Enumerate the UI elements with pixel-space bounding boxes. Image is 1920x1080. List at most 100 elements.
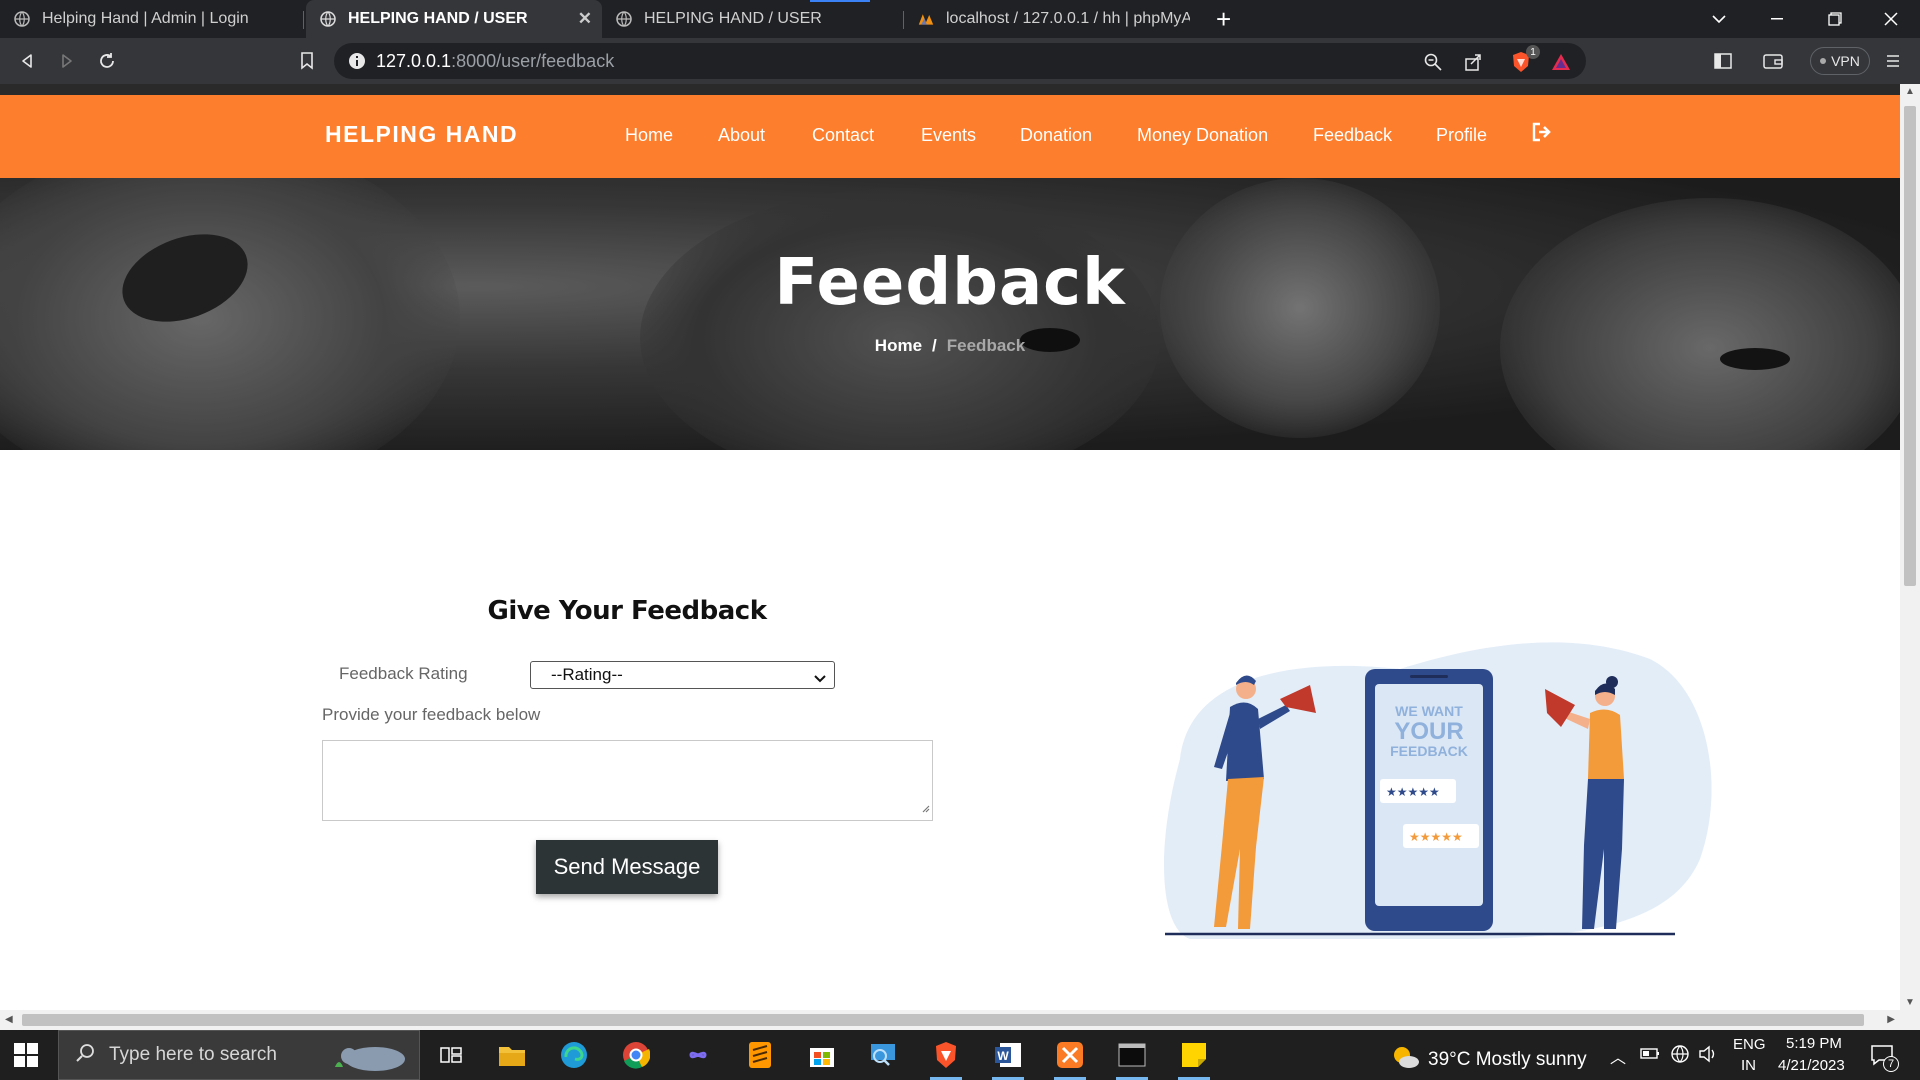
nav-about[interactable]: About: [718, 125, 765, 146]
site-info-icon[interactable]: [348, 52, 366, 70]
nav-feedback[interactable]: Feedback: [1313, 125, 1392, 146]
vpn-label: VPN: [1831, 53, 1860, 69]
tab-title: localhost / 127.0.0.1 / hh | phpMyAdm: [946, 10, 1190, 27]
nav-home[interactable]: Home: [625, 125, 673, 146]
illustration-stars-high: ★★★★★: [1409, 830, 1463, 844]
sublime-text-icon[interactable]: [744, 1039, 776, 1071]
illustration-stars-low: ★★★★★: [1386, 785, 1440, 799]
close-window-icon[interactable]: [1862, 0, 1920, 38]
site-navbar: HELPING HAND Home About Contact Events D…: [0, 95, 1900, 178]
file-explorer-icon[interactable]: [496, 1039, 528, 1071]
globe-icon: [14, 11, 30, 27]
rating-selected-value: --Rating--: [551, 665, 623, 684]
site-brand[interactable]: HELPING HAND: [325, 121, 518, 148]
weather-text: 39°C Mostly sunny: [1428, 1049, 1587, 1070]
xampp-icon[interactable]: [1054, 1039, 1086, 1080]
menu-icon[interactable]: [1878, 46, 1908, 76]
battery-icon[interactable]: [1640, 1046, 1660, 1065]
globe-icon: [616, 11, 632, 27]
bookmark-icon[interactable]: [292, 46, 322, 76]
feedback-illustration: WE WANT YOUR FEEDBACK ★★★★★ ★★★★★: [1163, 642, 1712, 939]
nav-profile[interactable]: Profile: [1436, 125, 1487, 146]
send-message-button[interactable]: Send Message: [536, 840, 718, 894]
vpn-button[interactable]: VPN: [1810, 47, 1870, 75]
terminal-icon[interactable]: [1116, 1039, 1148, 1080]
clock-time[interactable]: 5:19 PM: [1786, 1035, 1842, 1052]
illustration-text-3: FEEDBACK: [1390, 743, 1468, 759]
illustration-text-1: WE WANT: [1395, 703, 1463, 719]
chrome-icon[interactable]: [620, 1039, 652, 1071]
language-top[interactable]: ENG: [1733, 1036, 1766, 1053]
sidebar-toggle-icon[interactable]: [1708, 46, 1738, 76]
breadcrumb: Home / Feedback: [0, 336, 1900, 356]
svg-text:W: W: [997, 1049, 1009, 1063]
microsoft-store-icon[interactable]: [806, 1039, 838, 1071]
horizontal-scroll-thumb[interactable]: [22, 1014, 1864, 1026]
language-bottom: IN: [1741, 1057, 1756, 1074]
tab-phpmyadmin[interactable]: localhost / 127.0.0.1 / hh | phpMyAdm: [904, 0, 1204, 38]
weather-widget[interactable]: 39°C Mostly sunny: [1390, 1044, 1587, 1076]
forward-icon[interactable]: [52, 46, 82, 76]
tray-overflow-chevron-icon[interactable]: ︿: [1610, 1044, 1626, 1068]
close-tab-icon[interactable]: ✕: [578, 9, 592, 29]
vertical-scrollbar[interactable]: ▲ ▼: [1900, 84, 1920, 1010]
horizontal-scrollbar[interactable]: ◀ ▶: [0, 1010, 1900, 1030]
task-view-icon[interactable]: [435, 1039, 467, 1071]
brave-browser-icon[interactable]: [930, 1039, 962, 1080]
restore-icon[interactable]: [1806, 0, 1864, 38]
wallet-icon[interactable]: [1758, 46, 1788, 76]
clock-date: 4/21/2023: [1778, 1057, 1845, 1074]
edge-icon[interactable]: [558, 1039, 590, 1071]
illustration-text-2: YOUR: [1394, 718, 1463, 745]
notification-count-badge: 7: [1883, 1056, 1899, 1072]
tab-title: Helping Hand | Admin | Login: [42, 10, 249, 27]
page-hero: Feedback Home / Feedback: [0, 178, 1900, 450]
url-host: 127.0.0.1: [376, 50, 452, 71]
breadcrumb-separator: /: [932, 336, 937, 355]
new-tab-button[interactable]: +: [1216, 4, 1231, 35]
tab-admin-login[interactable]: Helping Hand | Admin | Login: [0, 0, 300, 38]
breadcrumb-current: Feedback: [946, 336, 1026, 355]
nav-contact[interactable]: Contact: [812, 125, 874, 146]
nav-money-donation[interactable]: Money Donation: [1137, 125, 1268, 146]
browser-tab-bar: Helping Hand | Admin | Login HELPING HAN…: [0, 0, 1920, 38]
tab-helping-hand-user[interactable]: HELPING HAND / USER: [602, 0, 902, 38]
word-icon[interactable]: W: [992, 1039, 1024, 1080]
windows-start-icon[interactable]: [14, 1043, 38, 1072]
rating-select[interactable]: --Rating--: [530, 661, 835, 689]
zoom-icon[interactable]: [1422, 51, 1444, 73]
feedback-textarea[interactable]: [322, 740, 933, 821]
taskbar-search-placeholder: Type here to search: [109, 1044, 277, 1065]
search-icon: [75, 1043, 95, 1068]
brave-rewards-icon[interactable]: [1550, 51, 1572, 73]
sticky-notes-icon[interactable]: [1178, 1039, 1210, 1080]
page-title: Feedback: [774, 246, 1126, 320]
infinity-app-icon[interactable]: [682, 1039, 714, 1071]
reload-icon[interactable]: [92, 46, 122, 76]
network-globe-icon[interactable]: [1670, 1044, 1690, 1069]
chevron-down-icon: [814, 669, 826, 689]
rating-label: Feedback Rating: [339, 664, 468, 683]
phpmyadmin-icon: [918, 11, 934, 27]
volume-icon[interactable]: [1698, 1045, 1718, 1068]
feedback-label: Provide your feedback below: [322, 705, 541, 724]
tab-title: HELPING HAND / USER: [348, 10, 528, 27]
tab-search-chevron-icon[interactable]: [1690, 0, 1748, 38]
feedback-hub-icon[interactable]: [868, 1039, 900, 1071]
page-viewport: HELPING HAND Home About Contact Events D…: [0, 84, 1900, 1010]
browser-toolbar: 127.0.0.1:8000/user/feedback 1 VPN: [0, 38, 1920, 84]
resize-grip-icon[interactable]: [920, 800, 930, 818]
nav-donation[interactable]: Donation: [1020, 125, 1092, 146]
minimize-icon[interactable]: [1748, 0, 1806, 38]
nav-events[interactable]: Events: [921, 125, 976, 146]
address-bar[interactable]: 127.0.0.1:8000/user/feedback 1: [334, 43, 1586, 79]
tab-helping-hand-user-active[interactable]: HELPING HAND / USER ✕: [306, 0, 602, 38]
back-icon[interactable]: [12, 46, 42, 76]
taskbar-search[interactable]: Type here to search: [58, 1030, 420, 1080]
logout-icon[interactable]: [1532, 122, 1554, 144]
share-icon[interactable]: [1462, 51, 1484, 73]
vertical-scroll-thumb[interactable]: [1904, 106, 1916, 586]
breadcrumb-home[interactable]: Home: [875, 336, 922, 355]
windows-taskbar: Type here to search W 39°C Mostly sunny …: [0, 1030, 1920, 1080]
globe-icon: [320, 11, 336, 27]
